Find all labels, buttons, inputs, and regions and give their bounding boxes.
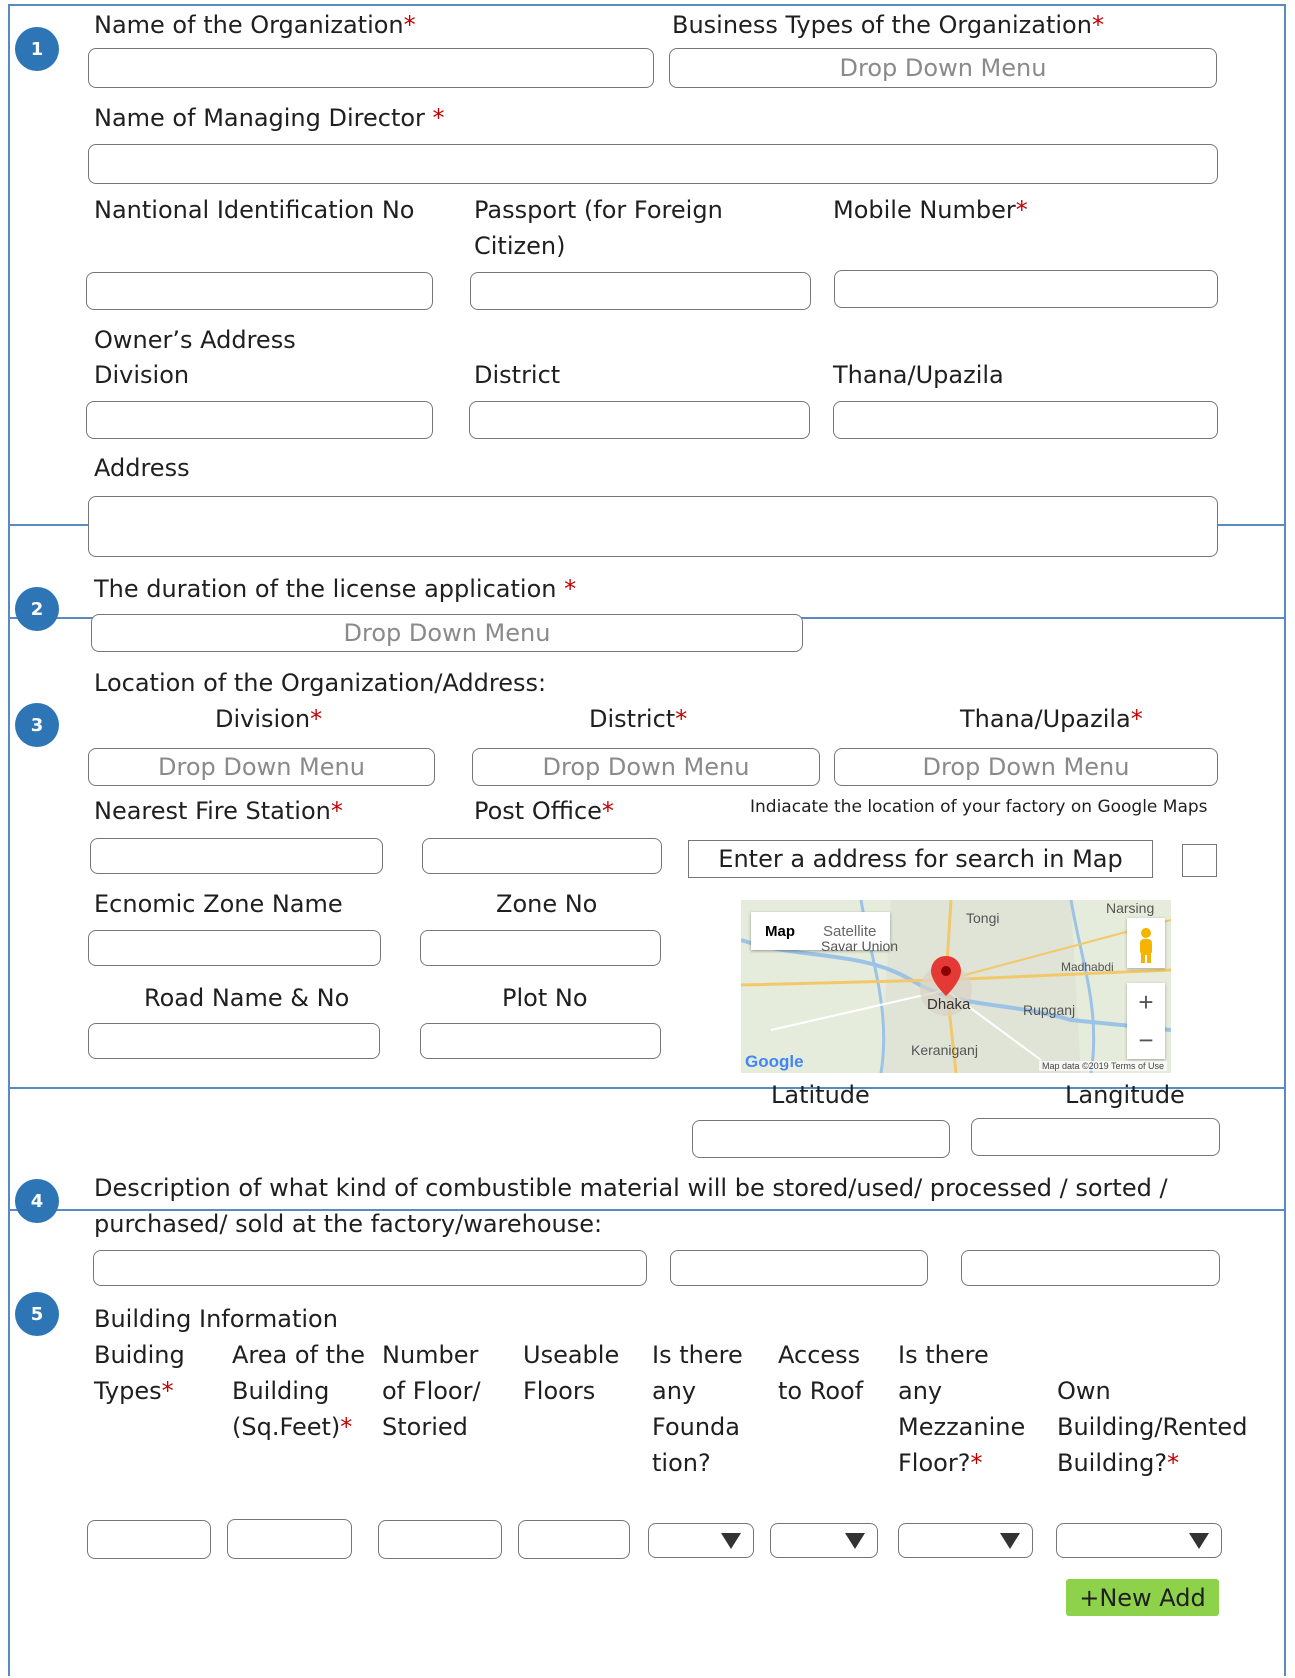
combustible-material-input-1[interactable] — [93, 1250, 647, 1286]
building-types-input[interactable] — [87, 1520, 211, 1559]
floor-count-header: Number of Floor/ Storied — [382, 1341, 481, 1441]
duration-dropdown[interactable]: Drop Down Menu — [91, 614, 803, 652]
latitude-input[interactable] — [692, 1120, 950, 1158]
dropdown-arrow-icon — [1000, 1532, 1020, 1549]
combustible-material-input-2[interactable] — [670, 1250, 928, 1286]
address-input[interactable] — [88, 496, 1218, 557]
combustible-description-label: Description of what kind of combustible … — [94, 1174, 1168, 1238]
managing-director-label: Name of Managing Director * — [94, 104, 445, 132]
managing-director-input[interactable] — [88, 144, 1218, 184]
new-add-button[interactable]: +New Add — [1066, 1579, 1219, 1616]
zone-no-input[interactable] — [420, 930, 661, 966]
nid-input[interactable] — [86, 272, 433, 310]
location-district-label: District* — [589, 705, 688, 733]
owner-address-label: Owner’s Address — [94, 326, 296, 354]
post-office-label: Post Office* — [474, 797, 614, 825]
economic-zone-label: Ecnomic Zone Name — [94, 890, 343, 918]
fire-station-label: Nearest Fire Station* — [94, 797, 343, 825]
building-area-input[interactable] — [227, 1519, 352, 1559]
zone-no-label: Zone No — [496, 890, 598, 918]
address-label: Address — [94, 454, 190, 482]
passport-input[interactable] — [470, 272, 811, 310]
map-zoom-control: + − — [1127, 983, 1165, 1059]
section-number-badge: 4 — [15, 1179, 59, 1223]
roof-access-select[interactable] — [770, 1523, 878, 1558]
floor-count-input[interactable] — [378, 1520, 502, 1559]
owner-district-input[interactable] — [469, 401, 810, 439]
section-number-badge: 3 — [15, 703, 59, 747]
section-number-badge: 2 — [15, 587, 59, 631]
location-thana-dropdown[interactable]: Drop Down Menu — [834, 748, 1218, 786]
zoom-in-button[interactable]: + — [1127, 983, 1165, 1021]
combustible-material-input-3[interactable] — [961, 1250, 1220, 1286]
foundation-header: Is there any Founda tion? — [652, 1341, 743, 1477]
mobile-input[interactable] — [834, 270, 1218, 308]
post-office-input[interactable] — [422, 838, 662, 874]
business-types-label: Business Types of the Organization* — [672, 11, 1104, 39]
map-search-checkbox[interactable] — [1182, 844, 1217, 877]
location-division-dropdown[interactable]: Drop Down Menu — [88, 748, 435, 786]
economic-zone-input[interactable] — [88, 930, 381, 966]
building-info-label: Building Information — [94, 1305, 338, 1333]
roof-access-header: Access to Roof — [778, 1341, 864, 1405]
dropdown-arrow-icon — [845, 1532, 865, 1549]
map-hint-label: Indiacate the location of your factory o… — [750, 797, 1208, 817]
owner-division-input[interactable] — [86, 401, 433, 439]
mezzanine-select[interactable] — [898, 1523, 1033, 1558]
org-name-input[interactable] — [88, 48, 654, 88]
plot-label: Plot No — [502, 984, 588, 1012]
location-district-dropdown[interactable]: Drop Down Menu — [472, 748, 820, 786]
mezzanine-header: Is there any Mezzanine Floor?* — [898, 1341, 1026, 1477]
latitude-label: Latitude — [771, 1081, 870, 1109]
map-place-label: Dhaka — [927, 996, 971, 1013]
dropdown-arrow-icon — [1189, 1532, 1209, 1549]
google-logo: Google — [745, 1052, 804, 1071]
zoom-out-button[interactable]: − — [1127, 1021, 1165, 1059]
owner-district-label: District — [474, 361, 561, 389]
location-thana-label: Thana/Upazila* — [960, 705, 1143, 733]
mobile-label: Mobile Number* — [833, 196, 1028, 224]
road-input[interactable] — [88, 1023, 380, 1059]
google-map[interactable]: Map Satellite Tongi Savar Union Dhaka Ru… — [741, 900, 1171, 1073]
longitude-label: Langitude — [1065, 1081, 1185, 1109]
building-types-header: Buiding Types* — [94, 1341, 185, 1405]
section-number-badge: 5 — [15, 1292, 59, 1336]
business-types-dropdown[interactable]: Drop Down Menu — [669, 48, 1217, 88]
org-name-label: Name of the Organization* — [94, 11, 416, 39]
nid-label: Nantional Identification No — [94, 196, 415, 224]
location-label: Location of the Organization/Address: — [94, 669, 547, 697]
map-footer-text: Map data ©2019 Terms of Use — [1039, 1061, 1168, 1071]
pegman-icon[interactable] — [1127, 918, 1165, 968]
section-number-badge: 1 — [15, 27, 59, 71]
dropdown-arrow-icon — [721, 1532, 741, 1549]
owner-thana-label: Thana/Upazila — [833, 361, 1004, 389]
map-tab[interactable]: Map — [751, 912, 809, 950]
map-place-label: Savar Union — [821, 938, 899, 954]
map-place-label: Keraniganj — [911, 1042, 978, 1058]
foundation-select[interactable] — [648, 1523, 754, 1558]
map-search-input[interactable]: Enter a address for search in Map — [688, 840, 1153, 878]
owner-division-label: Division — [94, 361, 190, 389]
longitude-input[interactable] — [971, 1118, 1220, 1156]
building-area-header: Area of the Building (Sq.Feet)* — [232, 1341, 366, 1441]
map-place-label: Madhabdi — [1061, 960, 1114, 974]
owner-thana-input[interactable] — [833, 401, 1218, 439]
useable-floors-input[interactable] — [518, 1520, 630, 1559]
map-place-label: Tongi — [966, 910, 1000, 926]
useable-floors-header: Useable Floors — [523, 1341, 620, 1405]
road-label: Road Name & No — [144, 984, 350, 1012]
plot-input[interactable] — [420, 1023, 661, 1059]
passport-label: Passport (for Foreign Citizen) — [474, 196, 723, 260]
location-division-label: Division* — [215, 705, 323, 733]
own-rented-header: Own Building/Rented Building?* — [1057, 1377, 1248, 1477]
map-place-label: Narsing — [1106, 900, 1155, 916]
own-rented-select[interactable] — [1056, 1523, 1222, 1558]
fire-station-input[interactable] — [90, 838, 383, 874]
map-place-label: Rupganj — [1023, 1002, 1076, 1018]
duration-label: The duration of the license application … — [94, 575, 577, 603]
